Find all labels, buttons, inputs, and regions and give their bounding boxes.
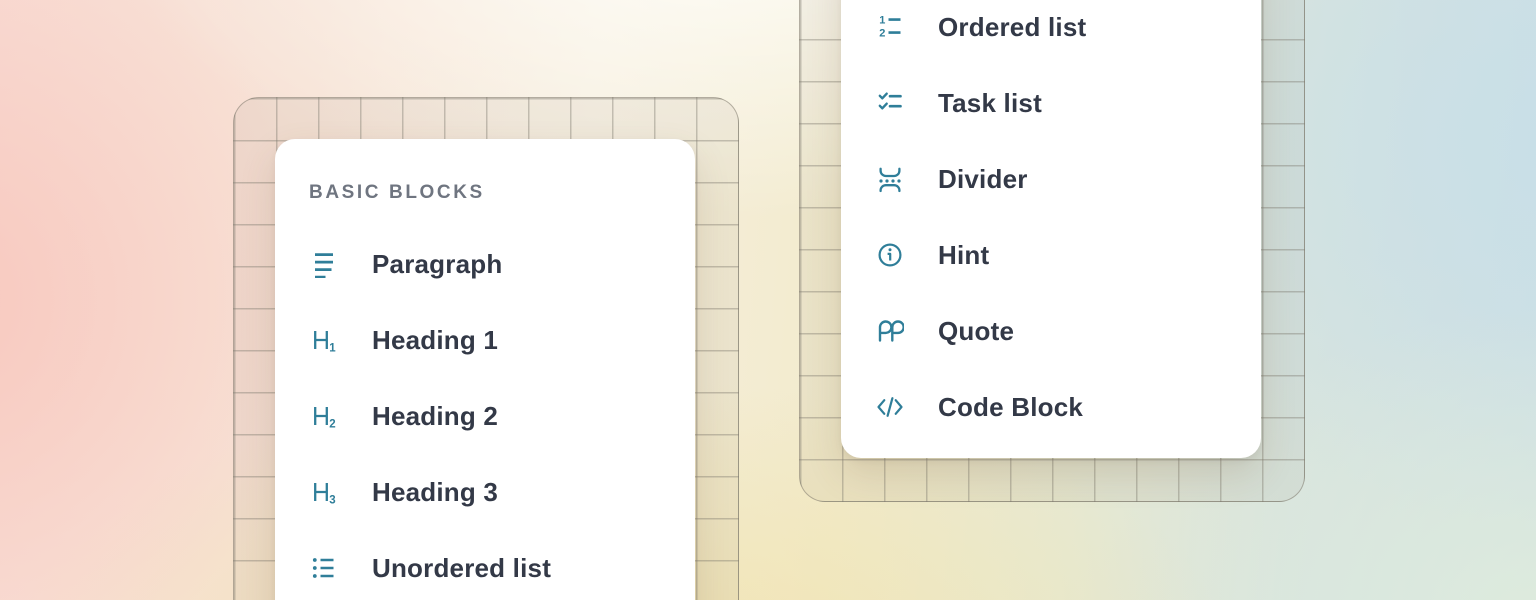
quote-icon xyxy=(876,317,904,345)
menu-item-label: Paragraph xyxy=(372,249,502,280)
menu-item-label: Hint xyxy=(938,240,989,271)
menu-item-unordered-list[interactable]: Unordered list xyxy=(275,530,695,600)
unordered-list-icon xyxy=(310,554,338,582)
menu-item-divider[interactable]: Divider xyxy=(841,141,1261,217)
hint-icon xyxy=(876,241,904,269)
blocks-item-list: 12 Ordered list Task list Divider Hint Quote C… xyxy=(841,0,1261,445)
menu-item-heading-3[interactable]: 3 Heading 3 xyxy=(275,454,695,530)
svg-text:2: 2 xyxy=(329,419,335,431)
menu-item-label: Code Block xyxy=(938,392,1083,423)
ordered-list-icon: 12 xyxy=(876,13,904,41)
menu-item-heading-1[interactable]: 1 Heading 1 xyxy=(275,302,695,378)
svg-text:1: 1 xyxy=(879,14,885,26)
svg-text:1: 1 xyxy=(329,343,336,355)
blocks-menu-continued: 12 Ordered list Task list Divider Hint Quote C… xyxy=(841,0,1261,458)
menu-item-label: Heading 1 xyxy=(372,325,498,356)
menu-item-label: Unordered list xyxy=(372,553,551,584)
menu-item-label: Heading 3 xyxy=(372,477,498,508)
menu-item-heading-2[interactable]: 2 Heading 2 xyxy=(275,378,695,454)
menu-item-quote[interactable]: Quote xyxy=(841,293,1261,369)
section-header-basic-blocks: BASIC BLOCKS xyxy=(309,183,695,202)
gradient-background xyxy=(0,0,1536,600)
menu-item-ordered-list[interactable]: 12 Ordered list xyxy=(841,0,1261,65)
svg-text:3: 3 xyxy=(329,495,335,507)
svg-text:2: 2 xyxy=(879,27,885,39)
task-list-icon xyxy=(876,89,904,117)
heading-3-icon: 3 xyxy=(310,478,338,506)
paragraph-icon xyxy=(310,250,338,278)
menu-item-code-block[interactable]: Code Block xyxy=(841,369,1261,445)
menu-item-label: Quote xyxy=(938,316,1014,347)
menu-item-hint[interactable]: Hint xyxy=(841,217,1261,293)
menu-item-label: Task list xyxy=(938,88,1042,119)
heading-1-icon: 1 xyxy=(310,326,338,354)
menu-item-label: Heading 2 xyxy=(372,401,498,432)
code-block-icon xyxy=(876,393,904,421)
menu-item-task-list[interactable]: Task list xyxy=(841,65,1261,141)
divider-icon xyxy=(876,165,904,193)
basic-blocks-item-list: Paragraph 1 Heading 1 2 Heading 2 3 Heading 3 U… xyxy=(275,226,695,600)
heading-2-icon: 2 xyxy=(310,402,338,430)
menu-item-paragraph[interactable]: Paragraph xyxy=(275,226,695,302)
basic-blocks-menu: BASIC BLOCKS Paragraph 1 Heading 1 2 Heading… xyxy=(275,139,695,600)
menu-item-label: Ordered list xyxy=(938,12,1086,43)
menu-item-label: Divider xyxy=(938,164,1028,195)
